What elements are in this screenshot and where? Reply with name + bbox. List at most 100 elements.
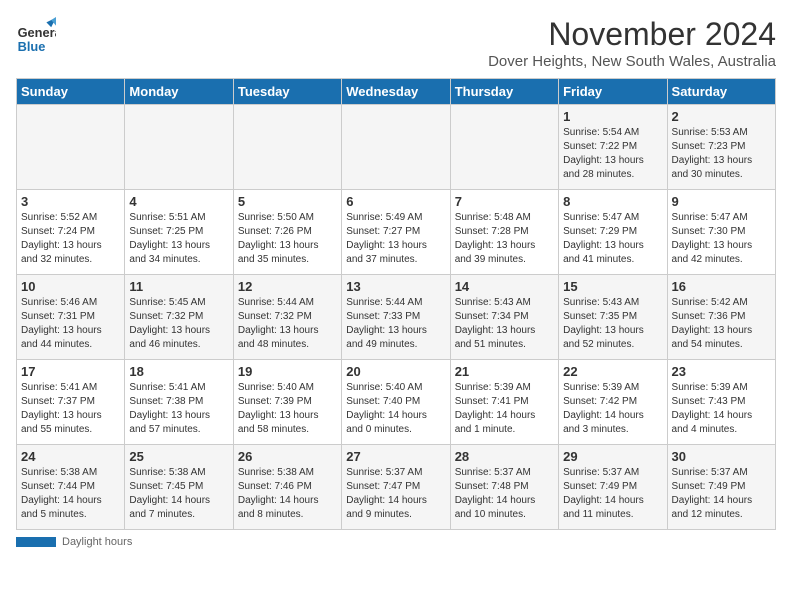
day-number: 27 [346,449,445,464]
day-info: Sunrise: 5:47 AMSunset: 7:29 PMDaylight:… [563,211,662,267]
day-number: 20 [346,364,445,379]
calendar-cell: 16 Sunrise: 5:42 AMSunset: 7:36 PMDayligh… [667,275,775,360]
day-number: 22 [563,364,662,379]
day-info: Sunrise: 5:37 AMSunset: 7:49 PMDaylight:… [672,466,771,522]
day-info: Sunrise: 5:44 AMSunset: 7:33 PMDaylight:… [346,296,445,352]
day-info: Sunrise: 5:48 AMSunset: 7:28 PMDaylight:… [455,211,554,267]
day-info: Sunrise: 5:45 AMSunset: 7:32 PMDaylight:… [129,296,228,352]
day-info: Sunrise: 5:41 AMSunset: 7:37 PMDaylight:… [21,381,120,437]
subtitle: Dover Heights, New South Wales, Australi… [488,53,776,70]
calendar-cell: 18Sunrise: 5:41 AMSunset: 7:38 PMDayligh… [125,360,233,445]
day-number: 24 [21,449,120,464]
calendar-cell: 13Sunrise: 5:44 AMSunset: 7:33 PMDayligh… [342,275,450,360]
day-number: 12 [238,279,337,294]
weekday-header-tuesday: Tuesday [233,79,341,105]
day-info: Sunrise: 5:51 AMSunset: 7:25 PMDaylight:… [129,211,228,267]
calendar-cell: 22 Sunrise: 5:39 AMSunset: 7:42 PMDayligh… [559,360,667,445]
day-info: Sunrise: 5:39 AMSunset: 7:42 PMDaylight:… [563,381,662,437]
day-number: 11 [129,279,228,294]
calendar-cell: 21Sunrise: 5:39 AMSunset: 7:41 PMDayligh… [450,360,558,445]
logo: General Blue [16,16,56,56]
calendar-cell [450,105,558,190]
day-number: 5 [238,194,337,209]
footer: Daylight hours [16,536,776,548]
weekday-header-monday: Monday [125,79,233,105]
calendar-cell: 11 Sunrise: 5:45 AMSunset: 7:32 PMDayligh… [125,275,233,360]
calendar-cell: 6Sunrise: 5:49 AMSunset: 7:27 PMDaylight… [342,190,450,275]
day-info: Sunrise: 5:40 AMSunset: 7:39 PMDaylight:… [238,381,337,437]
calendar-cell: 3Sunrise: 5:52 AMSunset: 7:24 PMDaylight… [17,190,125,275]
weekday-header-saturday: Saturday [667,79,775,105]
title-block: November 2024 Dover Heights, New South W… [488,16,776,70]
day-info: Sunrise: 5:46 AMSunset: 7:31 PMDaylight:… [21,296,120,352]
calendar-cell [342,105,450,190]
day-number: 29 [563,449,662,464]
day-info: Sunrise: 5:37 AMSunset: 7:47 PMDaylight:… [346,466,445,522]
day-info: Sunrise: 5:54 AMSunset: 7:22 PMDaylight:… [563,126,662,182]
calendar-cell: 19 Sunrise: 5:40 AMSunset: 7:39 PMDayligh… [233,360,341,445]
day-number: 26 [238,449,337,464]
daylight-label: Daylight hours [62,536,132,548]
day-number: 14 [455,279,554,294]
day-number: 2 [672,109,771,124]
day-number: 19 [238,364,337,379]
day-info: Sunrise: 5:41 AMSunset: 7:38 PMDaylight:… [129,381,228,437]
day-info: Sunrise: 5:42 AMSunset: 7:36 PMDaylight:… [672,296,771,352]
day-info: Sunrise: 5:53 AMSunset: 7:23 PMDaylight:… [672,126,771,182]
day-info: Sunrise: 5:43 AMSunset: 7:35 PMDaylight:… [563,296,662,352]
main-title: November 2024 [488,16,776,53]
day-info: Sunrise: 5:38 AMSunset: 7:46 PMDaylight:… [238,466,337,522]
calendar-cell: 23 Sunrise: 5:39 AMSunset: 7:43 PMDayligh… [667,360,775,445]
day-number: 15 [563,279,662,294]
weekday-header-sunday: Sunday [17,79,125,105]
day-number: 30 [672,449,771,464]
day-number: 3 [21,194,120,209]
calendar-cell: 24 Sunrise: 5:38 AMSunset: 7:44 PMDayligh… [17,445,125,530]
calendar-table: SundayMondayTuesdayWednesdayThursdayFrid… [16,78,776,530]
weekday-header-wednesday: Wednesday [342,79,450,105]
day-info: Sunrise: 5:37 AMSunset: 7:49 PMDaylight:… [563,466,662,522]
day-number: 7 [455,194,554,209]
day-number: 1 [563,109,662,124]
calendar-cell: 27 Sunrise: 5:37 AMSunset: 7:47 PMDayligh… [342,445,450,530]
calendar-cell: 8Sunrise: 5:47 AMSunset: 7:29 PMDaylight… [559,190,667,275]
calendar-cell: 28 Sunrise: 5:37 AMSunset: 7:48 PMDayligh… [450,445,558,530]
calendar-cell: 17Sunrise: 5:41 AMSunset: 7:37 PMDayligh… [17,360,125,445]
calendar-cell: 4Sunrise: 5:51 AMSunset: 7:25 PMDaylight… [125,190,233,275]
calendar-cell: 15 Sunrise: 5:43 AMSunset: 7:35 PMDayligh… [559,275,667,360]
day-number: 6 [346,194,445,209]
calendar-cell: 14 Sunrise: 5:43 AMSunset: 7:34 PMDayligh… [450,275,558,360]
day-number: 23 [672,364,771,379]
day-info: Sunrise: 5:37 AMSunset: 7:48 PMDaylight:… [455,466,554,522]
calendar-cell: 7 Sunrise: 5:48 AMSunset: 7:28 PMDaylight… [450,190,558,275]
day-number: 28 [455,449,554,464]
day-number: 9 [672,194,771,209]
calendar-cell: 1 Sunrise: 5:54 AMSunset: 7:22 PMDaylight… [559,105,667,190]
calendar-cell: 26 Sunrise: 5:38 AMSunset: 7:46 PMDayligh… [233,445,341,530]
day-info: Sunrise: 5:38 AMSunset: 7:45 PMDaylight:… [129,466,228,522]
day-number: 10 [21,279,120,294]
calendar-cell: 12 Sunrise: 5:44 AMSunset: 7:32 PMDayligh… [233,275,341,360]
day-info: Sunrise: 5:44 AMSunset: 7:32 PMDaylight:… [238,296,337,352]
day-info: Sunrise: 5:47 AMSunset: 7:30 PMDaylight:… [672,211,771,267]
day-info: Sunrise: 5:43 AMSunset: 7:34 PMDaylight:… [455,296,554,352]
day-info: Sunrise: 5:39 AMSunset: 7:43 PMDaylight:… [672,381,771,437]
calendar-cell: 30 Sunrise: 5:37 AMSunset: 7:49 PMDayligh… [667,445,775,530]
calendar-cell: 5 Sunrise: 5:50 AMSunset: 7:26 PMDaylight… [233,190,341,275]
calendar-header: SundayMondayTuesdayWednesdayThursdayFrid… [17,79,776,105]
daylight-bar-icon [16,537,56,547]
day-number: 16 [672,279,771,294]
svg-text:Blue: Blue [18,39,46,54]
page-header: General Blue November 2024 Dover Heights… [16,16,776,70]
day-info: Sunrise: 5:40 AMSunset: 7:40 PMDaylight:… [346,381,445,437]
calendar-cell: 29 Sunrise: 5:37 AMSunset: 7:49 PMDayligh… [559,445,667,530]
day-info: Sunrise: 5:50 AMSunset: 7:26 PMDaylight:… [238,211,337,267]
day-info: Sunrise: 5:38 AMSunset: 7:44 PMDaylight:… [21,466,120,522]
calendar-cell: 25Sunrise: 5:38 AMSunset: 7:45 PMDayligh… [125,445,233,530]
calendar-cell [233,105,341,190]
calendar-cell: 20 Sunrise: 5:40 AMSunset: 7:40 PMDayligh… [342,360,450,445]
svg-text:General: General [18,25,56,40]
calendar-cell: 9 Sunrise: 5:47 AMSunset: 7:30 PMDaylight… [667,190,775,275]
logo-icon: General Blue [16,16,56,56]
calendar-cell [125,105,233,190]
